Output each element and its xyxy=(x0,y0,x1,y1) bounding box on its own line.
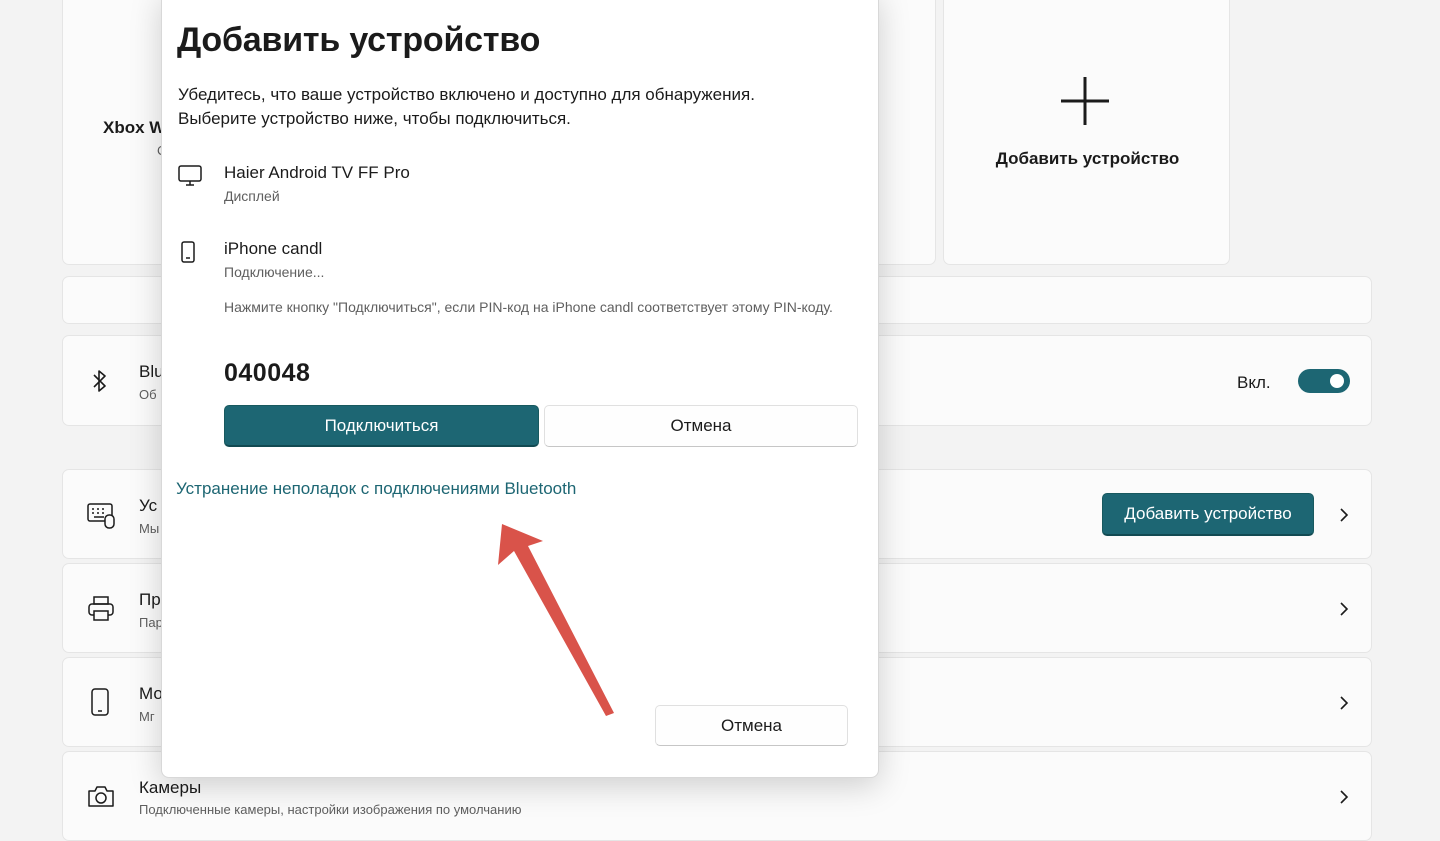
connect-button[interactable]: Подключиться xyxy=(224,405,539,447)
more-options-icon[interactable]: ··· xyxy=(891,0,909,10)
add-device-button[interactable]: Добавить устройство xyxy=(1102,493,1314,536)
printer-icon xyxy=(87,596,115,622)
devices-subtitle: Мы xyxy=(139,521,160,536)
pin-instructions: Нажмите кнопку "Подключиться", если PIN-… xyxy=(224,299,833,315)
devices-title: Ус xyxy=(139,496,158,515)
device-item-iphone[interactable]: iPhone candl Подключение... xyxy=(162,227,880,287)
dialog-description-line2: Выберите устройство ниже, чтобы подключи… xyxy=(178,109,571,128)
device-item-haier[interactable]: Haier Android TV FF Pro Дисплей xyxy=(162,151,880,211)
printers-title: Пр xyxy=(139,590,161,609)
phone-icon xyxy=(91,688,109,716)
troubleshoot-link[interactable]: Устранение неполадок с подключениями Blu… xyxy=(176,479,576,499)
add-device-card-label: Добавить устройство xyxy=(995,149,1180,168)
mobile-title: Мо xyxy=(139,684,163,703)
add-device-card[interactable]: Добавить устройство xyxy=(943,0,1230,265)
pin-code: 040048 xyxy=(224,359,311,387)
camera-icon xyxy=(87,784,115,808)
plus-icon xyxy=(1059,75,1111,127)
monitor-icon xyxy=(178,165,202,187)
phone-icon xyxy=(181,241,195,263)
chevron-right-icon[interactable] xyxy=(1339,507,1349,523)
keyboard-icon xyxy=(87,503,115,529)
bluetooth-toggle[interactable] xyxy=(1298,369,1350,393)
device-name: iPhone candl xyxy=(224,239,323,258)
device-card-title: Xbox W xyxy=(103,118,166,137)
device-name: Haier Android TV FF Pro xyxy=(224,163,410,182)
bluetooth-subtitle: Об xyxy=(139,387,157,402)
chevron-right-icon[interactable] xyxy=(1339,789,1349,805)
bluetooth-toggle-label: Вкл. xyxy=(1237,373,1271,392)
cameras-title: Камеры xyxy=(139,778,202,797)
device-type: Подключение... xyxy=(224,264,325,280)
toggle-knob xyxy=(1330,374,1344,388)
bluetooth-title: Blu xyxy=(139,362,164,381)
bluetooth-icon xyxy=(90,368,110,394)
device-type: Дисплей xyxy=(224,188,280,204)
add-device-dialog: Добавить устройство Убедитесь, что ваше … xyxy=(161,0,879,778)
chevron-right-icon[interactable] xyxy=(1339,695,1349,711)
dialog-title: Добавить устройство xyxy=(177,21,541,59)
cancel-button[interactable]: Отмена xyxy=(655,705,848,746)
chevron-right-icon[interactable] xyxy=(1339,601,1349,617)
mobile-subtitle: Мг xyxy=(139,709,155,724)
cancel-pairing-button[interactable]: Отмена xyxy=(544,405,858,447)
dialog-description-line1: Убедитесь, что ваше устройство включено … xyxy=(178,85,755,104)
printers-subtitle: Пар xyxy=(139,615,163,630)
dialog-description: Убедитесь, что ваше устройство включено … xyxy=(178,83,755,131)
